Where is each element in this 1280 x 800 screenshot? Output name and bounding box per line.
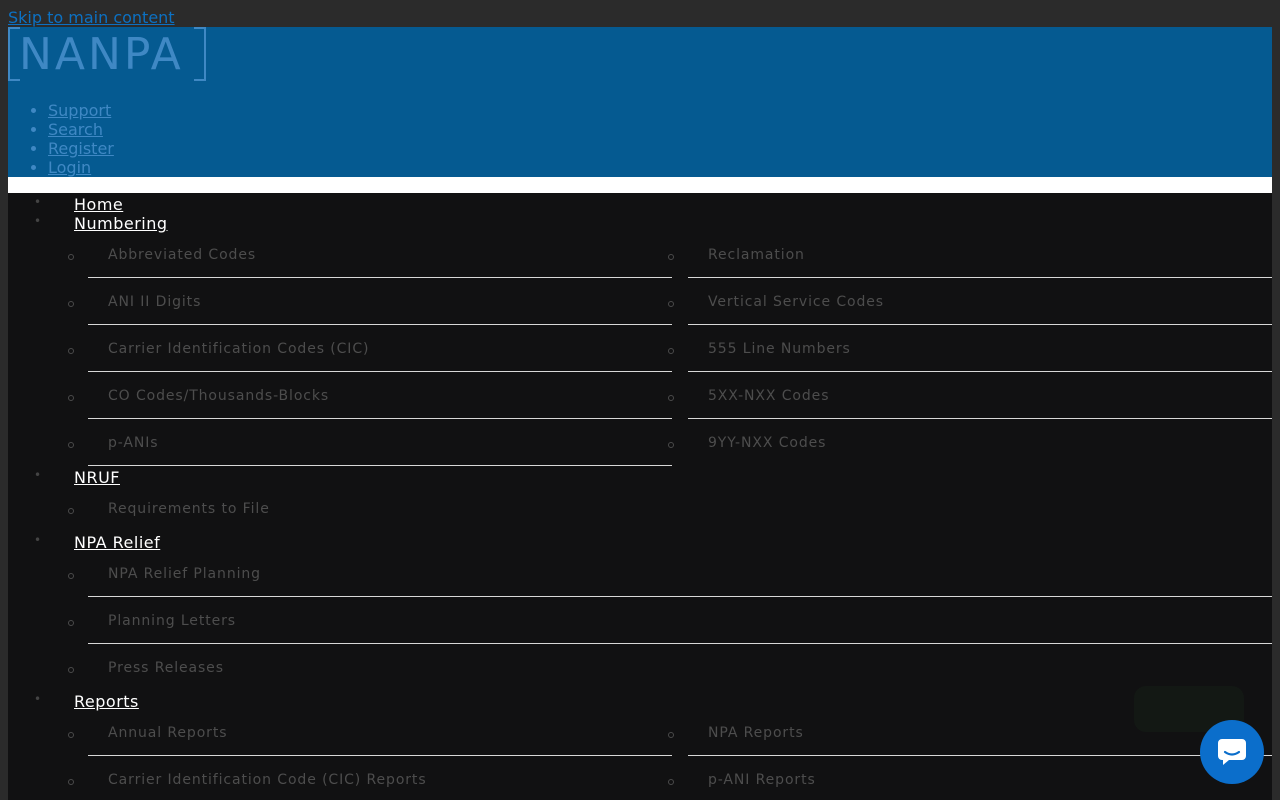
submenu-label: 9YY-NXX Codes (708, 435, 827, 451)
submenu-label: ANI II Digits (108, 294, 202, 310)
submenu-item[interactable]: Reclamation (668, 241, 1272, 288)
bullet (668, 779, 674, 785)
divider (688, 277, 1272, 278)
search-label: Search (48, 120, 103, 139)
nav-link-home[interactable]: Home (74, 195, 123, 214)
util-item-register: Register (48, 139, 114, 158)
divider (88, 465, 672, 466)
search-link[interactable]: Search (48, 120, 103, 139)
divider (688, 418, 1272, 419)
nav-link-reports[interactable]: Reports (74, 692, 139, 711)
bullet (668, 395, 674, 401)
bullet (68, 442, 74, 448)
skip-to-content-link[interactable]: Skip to main content (8, 8, 175, 27)
bullet (68, 301, 74, 307)
submenu-item[interactable]: Planning Letters (68, 607, 1272, 654)
divider (88, 596, 1272, 597)
nav-link-npa-relief[interactable]: NPA Relief (74, 533, 160, 552)
util-item-support: Support (48, 101, 114, 120)
submenu-item[interactable]: Vertical Service Codes (668, 288, 1272, 335)
bullet (668, 732, 674, 738)
bullet (68, 254, 74, 260)
submenu-label: p-ANIs (108, 435, 159, 451)
bullet (68, 732, 74, 738)
divider (88, 418, 672, 419)
submenu-item[interactable]: p-ANIs (68, 429, 672, 476)
bullet (68, 348, 74, 354)
submenu-item[interactable]: Press Releases (68, 654, 1272, 701)
submenu-label: p-ANI Reports (708, 772, 816, 788)
divider (88, 755, 672, 756)
bullet (68, 508, 74, 514)
submenu-label: Requirements to File (108, 501, 270, 517)
submenu-item[interactable]: p-ANI Reports (668, 766, 1272, 800)
submenu-item[interactable]: Abbreviated Codes (68, 241, 672, 288)
bullet (68, 620, 74, 626)
submenu-label: Abbreviated Codes (108, 247, 257, 263)
submenu-item[interactable]: 555 Line Numbers (668, 335, 1272, 382)
divider (88, 643, 1272, 644)
bullet (68, 395, 74, 401)
submenu-item[interactable]: Carrier Identification Code (CIC) Report… (68, 766, 672, 800)
submenu-label: Reclamation (708, 247, 805, 263)
header-divider (8, 177, 1272, 193)
bullet (668, 442, 674, 448)
submenu-label: Carrier Identification Code (CIC) Report… (108, 772, 427, 788)
util-item-search: Search (48, 120, 114, 139)
register-link[interactable]: Register (48, 139, 114, 158)
submenu-label: Carrier Identification Codes (CIC) (108, 341, 370, 357)
chat-launcher-button[interactable] (1200, 720, 1264, 784)
submenu-item[interactable]: Requirements to File (68, 495, 1272, 542)
bullet (68, 667, 74, 673)
nav-link-nruf[interactable]: NRUF (74, 468, 120, 487)
bullet (668, 301, 674, 307)
divider (688, 324, 1272, 325)
submenu-label: NPA Relief Planning (108, 566, 261, 582)
utility-nav: Support Search Register Login (8, 101, 114, 177)
bullet: • (34, 214, 42, 228)
submenu-label: Annual Reports (108, 725, 228, 741)
bullet (668, 348, 674, 354)
bullet: • (34, 195, 42, 209)
submenu-label: Planning Letters (108, 613, 236, 629)
nanpa-logo[interactable]: NANPA (8, 27, 206, 81)
bullet (68, 779, 74, 785)
logo-wordmark: NANPA (19, 29, 184, 80)
submenu-label: NPA Reports (708, 725, 804, 741)
bullet: • (34, 468, 42, 482)
util-item-login: Login (48, 158, 114, 177)
submenu-item[interactable]: Carrier Identification Codes (CIC) (68, 335, 672, 382)
submenu-label: Press Releases (108, 660, 224, 676)
bullet: • (34, 692, 42, 706)
divider (88, 277, 672, 278)
submenu-label: 555 Line Numbers (708, 341, 851, 357)
submenu-item[interactable]: Annual Reports (68, 719, 672, 766)
submenu-item[interactable]: ANI II Digits (68, 288, 672, 335)
main-nav: • Home • Numbering Abbreviated Codes ANI… (8, 193, 1272, 800)
site-header: NANPA Support Search Register Login (8, 27, 1272, 177)
support-link[interactable]: Support (48, 101, 111, 120)
submenu-label: CO Codes/Thousands-Blocks (108, 388, 330, 404)
submenu-item[interactable]: CO Codes/Thousands-Blocks (68, 382, 672, 429)
submenu-item[interactable]: 9YY-NXX Codes (668, 429, 1272, 476)
login-link[interactable]: Login (48, 158, 91, 177)
submenu-label: Vertical Service Codes (708, 294, 884, 310)
chat-icon (1218, 739, 1246, 765)
bullet: • (34, 533, 42, 547)
divider (88, 371, 672, 372)
submenu-item[interactable]: 5XX-NXX Codes (668, 382, 1272, 429)
nav-link-numbering[interactable]: Numbering (74, 214, 168, 233)
divider (688, 371, 1272, 372)
divider (688, 755, 1272, 756)
submenu-item[interactable]: NPA Relief Planning (68, 560, 1272, 607)
divider (88, 324, 672, 325)
bullet (668, 254, 674, 260)
bullet (68, 573, 74, 579)
submenu-label: 5XX-NXX Codes (708, 388, 830, 404)
